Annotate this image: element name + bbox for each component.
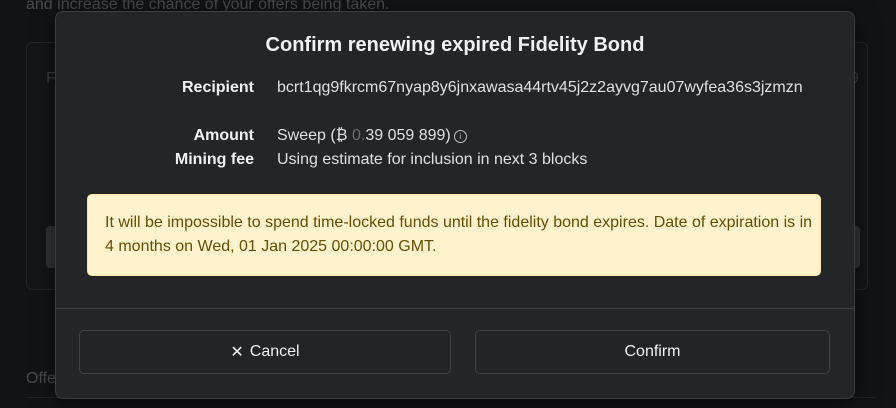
- info-icon[interactable]: i: [453, 130, 467, 143]
- amount-faded-digits: 0.: [352, 127, 366, 144]
- amount-suffix: ): [445, 127, 451, 144]
- recipient-value: bcrt1qg9fkrcm67nyap8y6jnxawasa44rtv45j2z…: [277, 79, 803, 96]
- cancel-button-label: Cancel: [249, 343, 300, 360]
- cancel-button[interactable]: ✕ Cancel: [79, 330, 451, 374]
- dialog-footer-divider: [56, 308, 854, 309]
- close-icon: ✕: [230, 344, 244, 361]
- recipient-row: Recipient bcrt1qg9fkrcm67nyap8y6jnxawasa…: [56, 76, 854, 124]
- dialog-title: Confirm renewing expired Fidelity Bond: [265, 34, 645, 56]
- bitcoin-symbol-icon: ₿: [335, 127, 348, 144]
- amount-prefix: Sweep (: [277, 127, 336, 144]
- mining-fee-value: Using estimate for inclusion in next 3 b…: [277, 151, 588, 168]
- timelock-warning-alert: It will be impossible to spend time-lock…: [87, 194, 821, 276]
- confirm-button[interactable]: Confirm: [475, 330, 830, 374]
- amount-label: Amount: [193, 127, 254, 144]
- mining-fee-label: Mining fee: [174, 151, 254, 168]
- confirm-button-label: Confirm: [624, 343, 681, 360]
- amount-value: Sweep (₿ 0.39 059 899) i: [277, 124, 827, 148]
- amount-digits: 39 059 899: [365, 127, 446, 144]
- confirm-renew-fidelity-bond-dialog: Confirm renewing expired Fidelity Bond R…: [55, 11, 855, 399]
- recipient-label: Recipient: [181, 79, 254, 96]
